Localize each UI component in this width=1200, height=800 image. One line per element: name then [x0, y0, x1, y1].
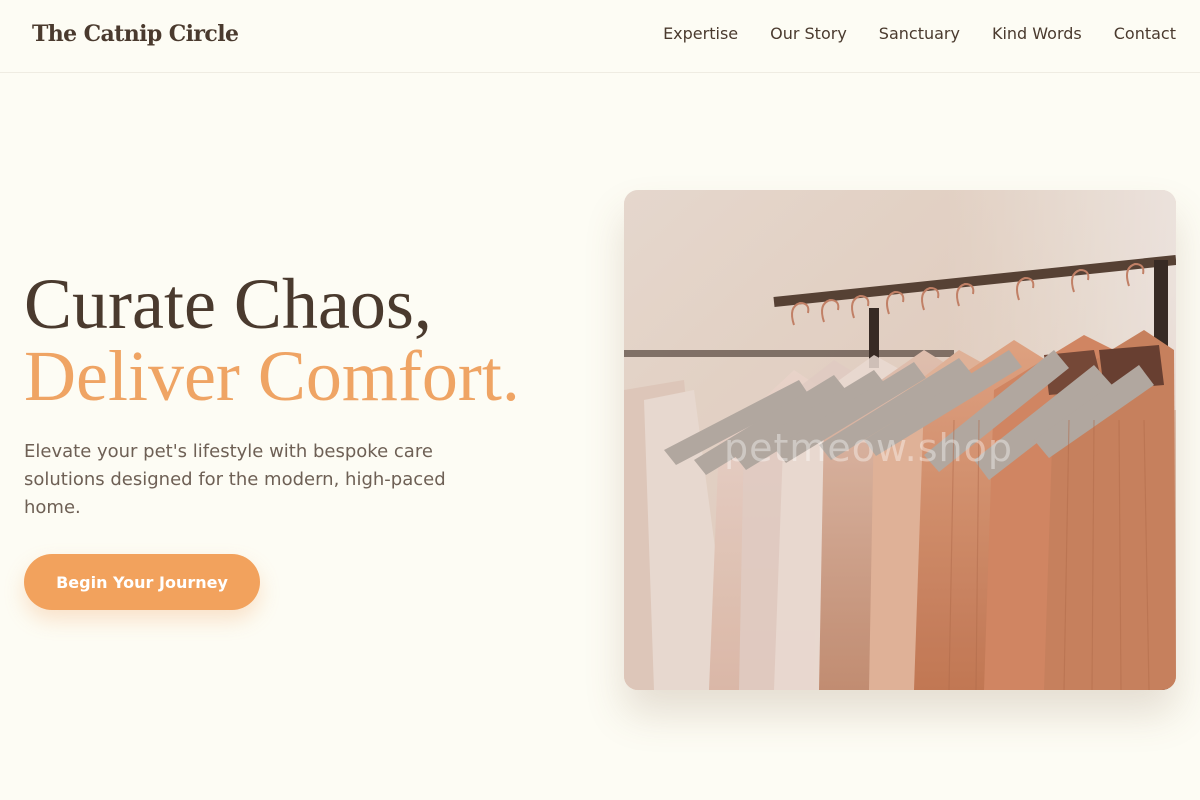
hero-title: Curate Chaos, Deliver Comfort. [24, 268, 520, 412]
nav-link-kind-words[interactable]: Kind Words [992, 24, 1082, 44]
nav-link-contact[interactable]: Contact [1114, 24, 1176, 44]
main-nav: Expertise Our Story Sanctuary Kind Words… [663, 24, 1176, 44]
nav-link-sanctuary[interactable]: Sanctuary [879, 24, 960, 44]
hero-image-clothing-rack: petmeow.shop [624, 190, 1176, 690]
hero-title-line2: Deliver Comfort. [24, 336, 520, 416]
hero-title-line1: Curate Chaos, [24, 264, 432, 344]
image-watermark: petmeow.shop [724, 426, 1013, 470]
nav-link-expertise[interactable]: Expertise [663, 24, 738, 44]
brand-logo[interactable]: The Catnip Circle [32, 21, 239, 47]
begin-journey-button[interactable]: Begin Your Journey [24, 554, 260, 610]
nav-link-our-story[interactable]: Our Story [770, 24, 847, 44]
site-header: The Catnip Circle Expertise Our Story Sa… [0, 0, 1200, 73]
hero-subtitle: Elevate your pet's lifestyle with bespok… [24, 441, 446, 518]
